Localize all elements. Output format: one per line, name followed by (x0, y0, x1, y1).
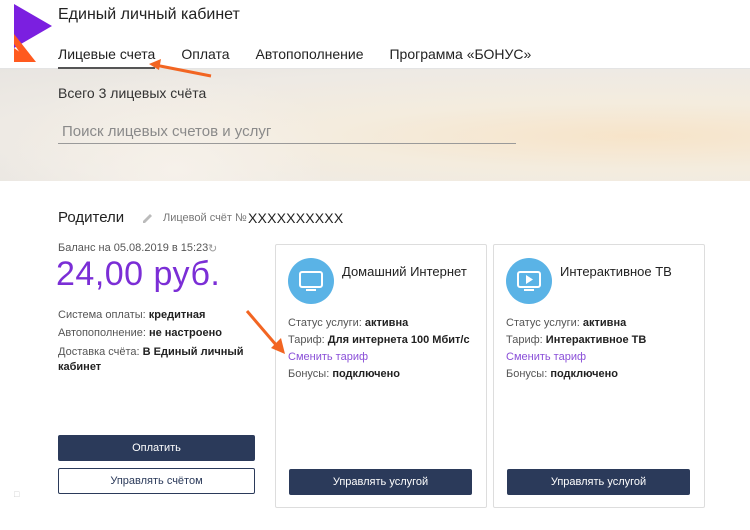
annotation-arrow-icon (245, 310, 285, 354)
account-number: XXXXXXXXXX (248, 210, 344, 226)
service-card-tv: Интерактивное ТВ Статус услуги: активна … (493, 244, 705, 508)
tv-play-icon (506, 258, 552, 304)
tab-bonus[interactable]: Программа «БОНУС» (389, 46, 531, 62)
info-payment-system: Система оплаты: кредитная (58, 309, 206, 321)
account-panel: Родители Лицевой счёт № XXXXXXXXXX Балан… (0, 181, 750, 530)
service-bonus: Бонусы: подключено (506, 368, 618, 380)
search-banner: Всего 3 лицевых счёта (0, 69, 750, 181)
service-card-internet: Домашний Интернет Статус услуги: активна… (275, 244, 487, 508)
rostelecom-logo[interactable] (14, 4, 52, 62)
accounts-total: Всего 3 лицевых счёта (58, 85, 207, 101)
service-status: Статус услуги: активна (288, 317, 409, 329)
edit-pencil-icon[interactable] (141, 211, 155, 225)
service-status: Статус услуги: активна (506, 317, 627, 329)
balance-amount: 24,00 руб. (56, 255, 221, 293)
annotation-arrow-icon (149, 59, 212, 78)
pay-button[interactable]: Оплатить (58, 435, 255, 461)
service-tariff: Тариф: Для интернета 100 Мбит/с (288, 334, 470, 346)
tab-accounts[interactable]: Лицевые счета (58, 46, 156, 69)
service-title: Интерактивное ТВ (560, 264, 672, 279)
change-tariff-link[interactable]: Сменить тариф (288, 351, 368, 363)
header: Единый личный кабинет Лицевые счета Опла… (0, 0, 750, 69)
info-delivery: Доставка счёта: В Единый личный (58, 346, 244, 358)
app-title: Единый личный кабинет (58, 6, 240, 23)
service-tariff: Тариф: Интерактивное ТВ (506, 334, 647, 346)
corner-mark: □ (14, 489, 20, 499)
account-number-label: Лицевой счёт № (163, 212, 247, 224)
manage-service-button[interactable]: Управлять услугой (507, 469, 690, 495)
manage-service-button[interactable]: Управлять услугой (289, 469, 472, 495)
search-input[interactable] (58, 119, 516, 144)
change-tariff-link[interactable]: Сменить тариф (506, 351, 586, 363)
info-delivery-cont: кабинет (58, 361, 102, 373)
balance-label: Баланс на 05.08.2019 в 15:23 (58, 242, 209, 254)
main-nav: Лицевые счета Оплата Автопополнение Прог… (58, 46, 557, 69)
tab-autopay[interactable]: Автопополнение (256, 46, 364, 62)
monitor-icon (288, 258, 334, 304)
service-bonus: Бонусы: подключено (288, 368, 400, 380)
service-title: Домашний Интернет (342, 264, 467, 279)
manage-account-button[interactable]: Управлять счётом (58, 468, 255, 494)
info-autopay: Автопополнение: не настроено (58, 327, 222, 339)
refresh-icon[interactable]: ↻ (208, 242, 217, 255)
account-name: Родители (58, 209, 125, 226)
